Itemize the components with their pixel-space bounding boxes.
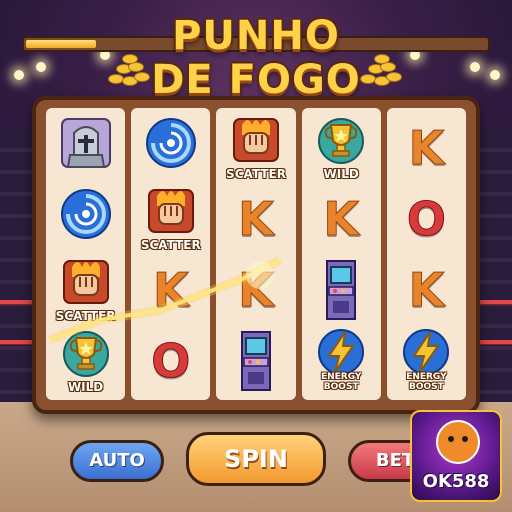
slot-machine: SCATTER WILD SCATTER K O SCATTER K K WILD K ENERGY… — [32, 96, 480, 414]
symbol-flaming-fist: SCATTER — [133, 184, 209, 254]
symbol-trophy: WILD — [48, 326, 124, 396]
symbol-letter: O — [406, 191, 446, 246]
symbol-label: SCATTER — [140, 237, 201, 252]
symbol-letter-o: O — [133, 326, 209, 396]
spin-button[interactable]: SPIN — [186, 432, 326, 486]
blue-vortex-icon — [143, 115, 199, 175]
symbol-letter: O — [151, 333, 191, 388]
symbol-letter: K — [152, 262, 189, 317]
symbol-label: SCATTER — [55, 308, 116, 323]
arcade-cabinet-icon — [236, 328, 276, 398]
symbol-arcade-cabinet — [303, 255, 379, 325]
reel-5: K O K ENERGY BOOST — [386, 108, 467, 400]
symbol-letter-k: K — [388, 255, 464, 325]
logo-name: OK588 — [422, 471, 490, 492]
symbol-trophy: WILD — [303, 113, 379, 183]
ok588-logo: OK588 — [410, 410, 502, 502]
reels-container: SCATTER WILD SCATTER K O SCATTER K K WILD K ENERGY… — [46, 108, 467, 400]
symbol-label: WILD — [323, 166, 359, 181]
symbol-label: WILD — [67, 379, 104, 394]
game-title: PUNHO DE FOGO — [0, 14, 512, 102]
trophy-icon — [58, 328, 114, 382]
symbol-flaming-fist: SCATTER — [48, 255, 124, 325]
symbol-letter: K — [238, 262, 275, 317]
blue-vortex-icon — [58, 186, 114, 246]
knight-helmet-icon — [58, 115, 114, 175]
tiger-mascot-icon — [436, 420, 480, 464]
auto-button[interactable]: AUTO — [70, 440, 164, 482]
reel-4: WILD K ENERGY BOOST — [301, 108, 381, 400]
symbol-blue-vortex — [133, 113, 209, 183]
reel-1: SCATTER WILD — [46, 108, 126, 400]
reel-3: SCATTER K K — [216, 108, 296, 400]
flaming-fist-icon — [228, 115, 284, 169]
symbol-arcade-cabinet — [218, 326, 294, 396]
symbol-label: ENERGY BOOST — [406, 371, 447, 392]
symbol-letter-k: K — [133, 255, 209, 325]
title-line-1: PUNHO — [172, 13, 340, 59]
symbol-label: ENERGY BOOST — [320, 371, 362, 392]
symbol-letter-o: O — [388, 184, 464, 254]
symbol-letter-k: K — [303, 184, 379, 254]
symbol-lightning-bolt: ENERGY BOOST — [388, 326, 464, 396]
symbol-blue-vortex — [48, 184, 124, 254]
symbol-letter: K — [408, 120, 445, 175]
symbol-label: SCATTER — [226, 166, 286, 181]
symbol-letter-k: K — [388, 113, 464, 183]
symbol-knight-helmet — [48, 113, 124, 183]
symbol-letter: K — [238, 191, 275, 246]
symbol-letter-k: K — [218, 184, 294, 254]
symbol-flaming-fist: SCATTER — [218, 113, 294, 183]
trophy-icon — [313, 115, 369, 169]
symbol-letter: K — [408, 262, 445, 317]
symbol-lightning-bolt: ENERGY BOOST — [303, 326, 379, 396]
symbol-letter: K — [323, 191, 360, 246]
symbol-letter-k: K — [218, 255, 294, 325]
flaming-fist-icon — [58, 257, 114, 311]
arcade-cabinet-icon — [321, 257, 361, 327]
reel-2: SCATTER K O — [131, 108, 211, 400]
flaming-fist-icon — [143, 186, 199, 240]
